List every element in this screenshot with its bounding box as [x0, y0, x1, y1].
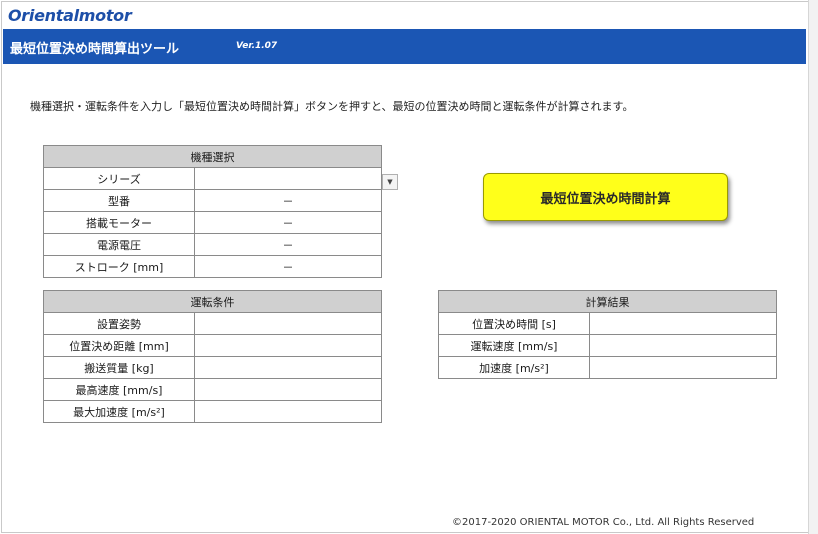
positioning-time-label: 位置決め時間 [s] — [438, 312, 590, 335]
positioning-time-value — [589, 312, 777, 335]
series-label: シリーズ — [43, 167, 195, 190]
series-select[interactable] — [194, 167, 382, 190]
acceleration-label: 加速度 [m/s²] — [438, 356, 590, 379]
calculate-button[interactable]: 最短位置決め時間計算 — [483, 173, 728, 221]
operating-speed-value — [589, 334, 777, 357]
results-table: 計算結果 位置決め時間 [s] 運転速度 [mm/s] 加速度 [m/s²] — [438, 290, 777, 379]
motor-label: 搭載モーター — [43, 211, 195, 234]
voltage-value: － — [194, 233, 382, 256]
results-header: 計算結果 — [438, 290, 777, 313]
chevron-down-icon[interactable]: ▼ — [382, 174, 398, 190]
acceleration-value — [589, 356, 777, 379]
title-bar: 最短位置決め時間算出ツール Ver.1.07 — [3, 29, 806, 64]
stroke-value: － — [194, 255, 382, 278]
mass-label: 搬送質量 [kg] — [43, 356, 195, 379]
model-number-label: 型番 — [43, 189, 195, 212]
model-selection-table: 機種選択 シリーズ 型番 － 搭載モーター － 電源電圧 － ストローク [mm… — [43, 145, 382, 278]
voltage-label: 電源電圧 — [43, 233, 195, 256]
window-edge — [808, 0, 818, 534]
mass-input[interactable] — [194, 356, 382, 379]
operating-conditions-table: 運転条件 設置姿勢 位置決め距離 [mm] 搬送質量 [kg] 最高速度 [mm… — [43, 290, 382, 423]
max-accel-label: 最大加速度 [m/s²] — [43, 400, 195, 423]
max-accel-input[interactable] — [194, 400, 382, 423]
model-number-value: － — [194, 189, 382, 212]
max-speed-label: 最高速度 [mm/s] — [43, 378, 195, 401]
instruction-text: 機種選択・運転条件を入力し「最短位置決め時間計算」ボタンを押すと、最短の位置決め… — [30, 100, 634, 113]
distance-input[interactable] — [194, 334, 382, 357]
version-label: Ver.1.07 — [236, 41, 278, 51]
motor-value: － — [194, 211, 382, 234]
model-selection-header: 機種選択 — [43, 145, 382, 168]
mounting-input[interactable] — [194, 312, 382, 335]
distance-label: 位置決め距離 [mm] — [43, 334, 195, 357]
copyright-text: ©2017-2020 ORIENTAL MOTOR Co., Ltd. All … — [452, 517, 755, 528]
max-speed-input[interactable] — [194, 378, 382, 401]
operating-speed-label: 運転速度 [mm/s] — [438, 334, 590, 357]
operating-conditions-header: 運転条件 — [43, 290, 382, 313]
stroke-label: ストローク [mm] — [43, 255, 195, 278]
brand-logo: Orientalmotor — [8, 6, 132, 25]
mounting-label: 設置姿勢 — [43, 312, 195, 335]
app-title: 最短位置決め時間算出ツール — [10, 42, 180, 57]
